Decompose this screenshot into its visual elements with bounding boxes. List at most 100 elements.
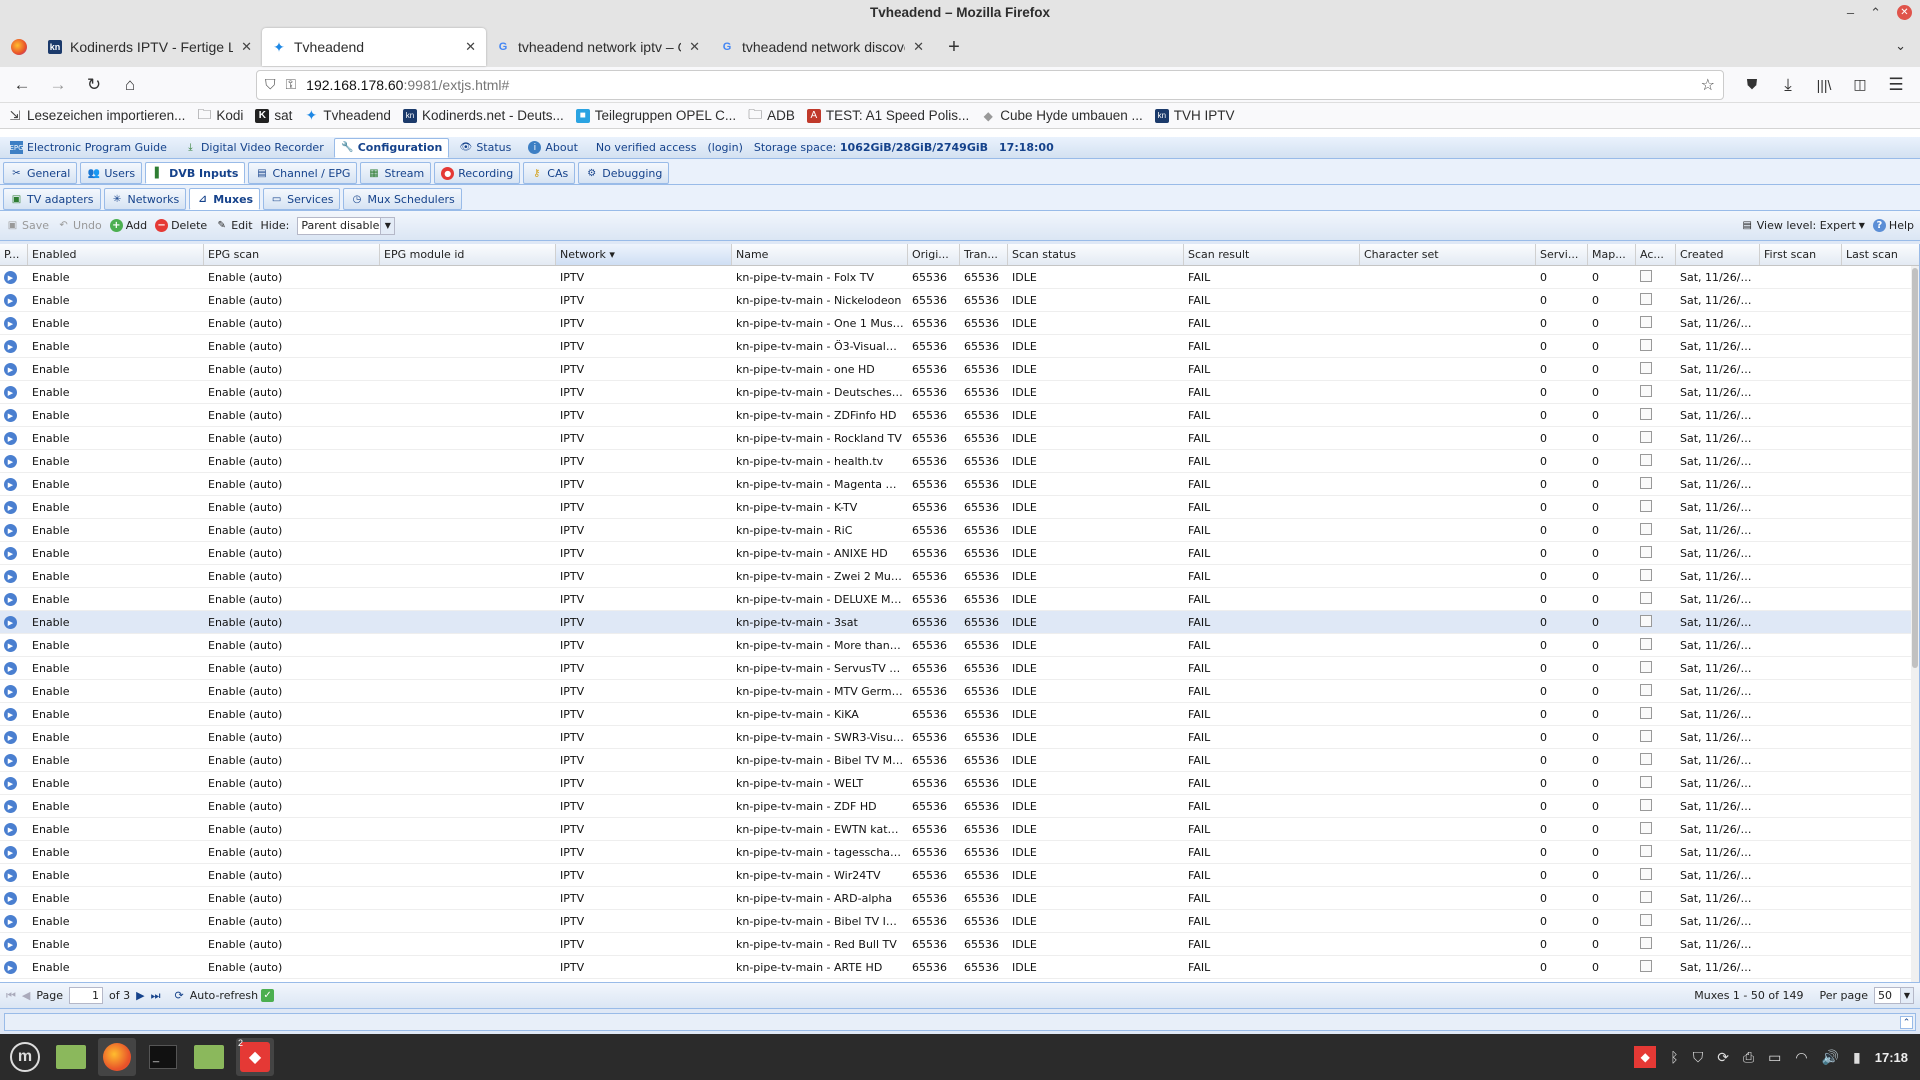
checkbox[interactable] (1640, 683, 1652, 696)
checkbox[interactable] (1640, 637, 1652, 650)
play-icon[interactable]: ▶ (4, 432, 17, 446)
col-active-cell[interactable] (1636, 407, 1676, 423)
tab-recording[interactable]: ● Recording (434, 162, 521, 184)
table-row[interactable]: ▶ Enable Enable (auto) IPTV kn-pipe-tv-main … (0, 473, 1919, 496)
table-row[interactable]: ▶ Enable Enable (auto) IPTV kn-pipe-tv-main … (0, 519, 1919, 542)
col-play-cell[interactable]: ▶ (0, 661, 28, 676)
forward-icon[interactable]: → (42, 70, 74, 100)
table-row[interactable]: ▶ Enable Enable (auto) IPTV kn-pipe-tv-main … (0, 611, 1919, 634)
browser-tab[interactable]: G tvheadend network discove ✕ (710, 28, 934, 66)
tab-status[interactable]: 👁 Status (452, 138, 518, 158)
help-button[interactable]: ? Help (1872, 219, 1914, 232)
col-active-cell[interactable] (1636, 315, 1676, 331)
col-active-cell[interactable] (1636, 476, 1676, 492)
tab-stream[interactable]: ▦ Stream (360, 162, 432, 184)
checkbox[interactable] (1640, 476, 1652, 489)
volume-icon[interactable]: 🔊 (1822, 1049, 1839, 1066)
library-icon[interactable]: |||\ (1808, 70, 1840, 100)
table-row[interactable]: ▶ Enable Enable (auto) IPTV kn-pipe-tv-main … (0, 588, 1919, 611)
new-tab-button[interactable]: + (934, 36, 974, 59)
back-icon[interactable]: ← (6, 70, 38, 100)
tab-channel-epg[interactable]: ▤ Channel / EPG (248, 162, 358, 184)
checkbox[interactable] (1640, 706, 1652, 719)
col-active-cell[interactable] (1636, 867, 1676, 883)
col-play-cell[interactable]: ▶ (0, 362, 28, 377)
col-first-scan-header[interactable]: First scan (1760, 244, 1842, 265)
last-page-icon[interactable]: ⏭ (151, 989, 161, 1003)
tab-tv-adapters[interactable]: ▣ TV adapters (3, 188, 101, 210)
table-row[interactable]: ▶ Enable Enable (auto) IPTV kn-pipe-tv-main … (0, 749, 1919, 772)
col-active-cell[interactable] (1636, 844, 1676, 860)
table-row[interactable]: ▶ Enable Enable (auto) IPTV kn-pipe-tv-main … (0, 680, 1919, 703)
table-row[interactable]: ▶ Enable Enable (auto) IPTV kn-pipe-tv-main … (0, 565, 1919, 588)
terminal-task[interactable]: _ (144, 1038, 182, 1076)
shield-icon[interactable]: ⛉ (1693, 1049, 1704, 1066)
table-row[interactable]: ▶ Enable Enable (auto) IPTV kn-pipe-tv-main … (0, 634, 1919, 657)
tab-epg[interactable]: EPG Electronic Program Guide (3, 138, 174, 158)
col-play-cell[interactable]: ▶ (0, 868, 28, 883)
col-active-cell[interactable] (1636, 430, 1676, 446)
tab-services[interactable]: ▭ Services (263, 188, 341, 210)
col-services-header[interactable]: Servi... (1536, 244, 1588, 265)
minimize-icon[interactable]: – (1847, 0, 1854, 26)
play-icon[interactable]: ▶ (4, 823, 17, 837)
edit-button[interactable]: ✎ Edit (215, 219, 253, 232)
play-icon[interactable]: ▶ (4, 501, 17, 515)
page-input[interactable]: 1 (69, 987, 104, 1004)
reload-icon[interactable]: ↻ (78, 70, 110, 100)
browser-tab-active[interactable]: ✦ Tvheadend ✕ (262, 28, 486, 66)
prev-page-icon[interactable]: ◀ (22, 989, 30, 1002)
col-play-cell[interactable]: ▶ (0, 523, 28, 538)
bookmark-item[interactable]: ⇲ Lesezeichen importieren... (8, 108, 186, 124)
checkbox[interactable] (1640, 591, 1652, 604)
add-button[interactable]: + Add (109, 219, 147, 232)
bookmark-item[interactable]: 🗀 ADB (748, 106, 795, 124)
hide-select[interactable]: Parent disabled ▼ (297, 216, 396, 235)
bookmark-item[interactable]: ◆ Cube Hyde umbauen ... (981, 108, 1143, 123)
next-page-icon[interactable]: ▶ (136, 989, 144, 1002)
shield-icon[interactable]: ⛉ (265, 76, 276, 93)
col-active-cell[interactable] (1636, 798, 1676, 814)
col-play-cell[interactable]: ▶ (0, 914, 28, 929)
col-created-header[interactable]: Created (1676, 244, 1760, 265)
play-icon[interactable]: ▶ (4, 915, 17, 929)
col-play-cell[interactable]: ▶ (0, 684, 28, 699)
tab-close-icon[interactable]: ✕ (913, 39, 924, 55)
tab-close-icon[interactable]: ✕ (241, 39, 252, 55)
table-row[interactable]: ▶ Enable Enable (auto) IPTV kn-pipe-tv-main … (0, 795, 1919, 818)
play-icon[interactable]: ▶ (4, 409, 17, 423)
tab-debugging[interactable]: ⚙ Debugging (578, 162, 670, 184)
update-icon[interactable]: ⟳ (1717, 1049, 1729, 1066)
play-icon[interactable]: ▶ (4, 892, 17, 906)
play-icon[interactable]: ▶ (4, 961, 17, 975)
first-page-icon[interactable]: ⏮ (6, 989, 16, 1003)
col-play-cell[interactable]: ▶ (0, 500, 28, 515)
col-active-cell[interactable] (1636, 292, 1676, 308)
checkbox[interactable] (1640, 430, 1652, 443)
auto-refresh-toggle[interactable]: Auto-refresh ✓ (190, 989, 275, 1002)
close-window-icon[interactable]: ✕ (1897, 5, 1912, 20)
col-active-cell[interactable] (1636, 545, 1676, 561)
col-play-cell[interactable]: ▶ (0, 569, 28, 584)
play-icon[interactable]: ▶ (4, 639, 17, 653)
col-scan-result-header[interactable]: Scan result (1184, 244, 1360, 265)
checkbox[interactable] (1640, 568, 1652, 581)
col-active-cell[interactable] (1636, 453, 1676, 469)
play-icon[interactable]: ▶ (4, 616, 17, 630)
col-active-cell[interactable] (1636, 890, 1676, 906)
col-active-cell[interactable] (1636, 499, 1676, 515)
printer-icon[interactable]: ⎙ (1743, 1049, 1754, 1066)
col-active-cell[interactable] (1636, 384, 1676, 400)
downloads-icon[interactable]: ⤓ (1772, 70, 1804, 100)
checkbox[interactable] (1640, 338, 1652, 351)
table-row[interactable]: ▶ Enable Enable (auto) IPTV kn-pipe-tv-main … (0, 289, 1919, 312)
col-active-cell[interactable] (1636, 729, 1676, 745)
col-orig-header[interactable]: Origi... (908, 244, 960, 265)
play-icon[interactable]: ▶ (4, 593, 17, 607)
scrollbar-thumb[interactable] (1912, 268, 1918, 668)
play-icon[interactable]: ▶ (4, 869, 17, 883)
col-play-cell[interactable]: ▶ (0, 546, 28, 561)
col-name-header[interactable]: Name (732, 244, 908, 265)
col-play-cell[interactable]: ▶ (0, 270, 28, 285)
play-icon[interactable]: ▶ (4, 524, 17, 538)
